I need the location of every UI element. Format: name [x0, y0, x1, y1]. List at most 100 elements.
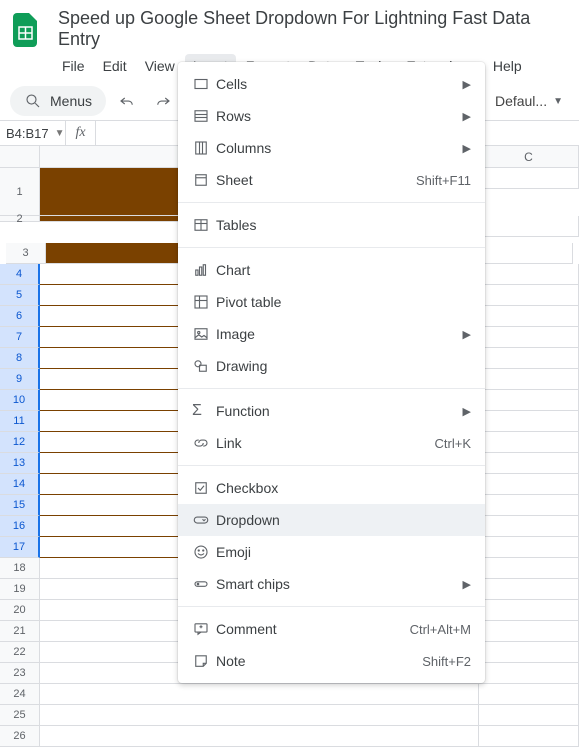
- row-header[interactable]: 16: [0, 516, 40, 537]
- name-box[interactable]: B4:B17 ▼: [0, 121, 66, 145]
- smartchips-icon: [192, 575, 216, 593]
- row-header[interactable]: 11: [0, 411, 40, 432]
- menu-function[interactable]: Σ Function ▶: [178, 395, 485, 427]
- menu-cells[interactable]: Cells ▶: [178, 68, 485, 100]
- row-header[interactable]: 24: [0, 684, 40, 705]
- menu-sheet[interactable]: Sheet Shift+F11: [178, 164, 485, 196]
- cell[interactable]: [479, 390, 579, 411]
- rows-icon: [192, 107, 216, 125]
- row-header[interactable]: 22: [0, 642, 40, 663]
- menu-drawing[interactable]: Drawing: [178, 350, 485, 382]
- menu-dropdown[interactable]: Dropdown: [178, 504, 485, 536]
- cell[interactable]: [479, 369, 579, 390]
- chart-icon: [192, 261, 216, 279]
- cell[interactable]: [479, 558, 579, 579]
- menu-rows[interactable]: Rows ▶: [178, 100, 485, 132]
- sheets-logo[interactable]: [6, 10, 46, 50]
- cell[interactable]: [479, 663, 579, 684]
- shortcut: Ctrl+Alt+M: [410, 622, 471, 637]
- cell[interactable]: [479, 684, 579, 705]
- cell[interactable]: [479, 537, 579, 558]
- pivot-icon: [192, 293, 216, 311]
- menu-tables[interactable]: Tables: [178, 209, 485, 241]
- row-header[interactable]: 7: [0, 327, 40, 348]
- drawing-icon: [192, 357, 216, 375]
- menu-note[interactable]: Note Shift+F2: [178, 645, 485, 677]
- cell[interactable]: [479, 621, 579, 642]
- row-header[interactable]: 10: [0, 390, 40, 411]
- menu-smartchips[interactable]: Smart chips ▶: [178, 568, 485, 600]
- cell[interactable]: [479, 579, 579, 600]
- menu-file[interactable]: File: [54, 54, 93, 78]
- menu-checkbox[interactable]: Checkbox: [178, 472, 485, 504]
- row-header[interactable]: 4: [0, 264, 40, 285]
- row-header[interactable]: 5: [0, 285, 40, 306]
- cell[interactable]: [479, 642, 579, 663]
- column-header-c[interactable]: C: [479, 146, 579, 168]
- cell[interactable]: [479, 306, 579, 327]
- cell[interactable]: [473, 243, 573, 264]
- row-header[interactable]: 19: [0, 579, 40, 600]
- cell[interactable]: [479, 453, 579, 474]
- row-header[interactable]: 3: [6, 243, 46, 264]
- select-all-corner[interactable]: [0, 146, 40, 168]
- font-select-label: Defaul...: [495, 93, 547, 109]
- menus-button[interactable]: Menus: [10, 86, 106, 116]
- menu-label: Tables: [216, 217, 471, 233]
- cell[interactable]: [479, 168, 579, 189]
- row-header[interactable]: 2: [0, 216, 40, 222]
- menu-image[interactable]: Image ▶: [178, 318, 485, 350]
- image-icon: [192, 325, 216, 343]
- menu-help[interactable]: Help: [485, 54, 530, 78]
- row-header[interactable]: 6: [0, 306, 40, 327]
- row-header[interactable]: 14: [0, 474, 40, 495]
- dropdown-icon: [192, 511, 216, 529]
- cell[interactable]: [479, 264, 579, 285]
- cell[interactable]: [479, 600, 579, 621]
- row-header[interactable]: 12: [0, 432, 40, 453]
- cell[interactable]: [479, 495, 579, 516]
- row-header[interactable]: 20: [0, 600, 40, 621]
- cell[interactable]: [479, 432, 579, 453]
- chevron-down-icon: ▼: [55, 128, 65, 139]
- row-header[interactable]: 8: [0, 348, 40, 369]
- row-header[interactable]: 26: [0, 726, 40, 747]
- menu-comment[interactable]: Comment Ctrl+Alt+M: [178, 613, 485, 645]
- cell[interactable]: [40, 684, 479, 705]
- cell[interactable]: [479, 516, 579, 537]
- fx-icon[interactable]: fx: [66, 121, 96, 145]
- cell[interactable]: [479, 327, 579, 348]
- cell[interactable]: [479, 285, 579, 306]
- row-header[interactable]: 18: [0, 558, 40, 579]
- row-header[interactable]: 13: [0, 453, 40, 474]
- cell[interactable]: [479, 726, 579, 747]
- cell[interactable]: [479, 411, 579, 432]
- row-header[interactable]: 25: [0, 705, 40, 726]
- row-header[interactable]: 1: [0, 168, 40, 216]
- menu-pivot[interactable]: Pivot table: [178, 286, 485, 318]
- font-select[interactable]: Defaul... ▼: [489, 89, 569, 113]
- menu-link[interactable]: Link Ctrl+K: [178, 427, 485, 459]
- doc-title[interactable]: Speed up Google Sheet Dropdown For Light…: [54, 6, 573, 52]
- undo-button[interactable]: [112, 86, 142, 116]
- menu-label: Pivot table: [216, 294, 471, 310]
- cell[interactable]: [479, 348, 579, 369]
- cell[interactable]: [40, 726, 479, 747]
- menu-view[interactable]: View: [137, 54, 183, 78]
- cell[interactable]: [40, 705, 479, 726]
- menu-chart[interactable]: Chart: [178, 254, 485, 286]
- menu-emoji[interactable]: Emoji: [178, 536, 485, 568]
- cell[interactable]: [479, 705, 579, 726]
- cell[interactable]: [479, 216, 579, 237]
- row-header[interactable]: 17: [0, 537, 40, 558]
- row-header[interactable]: 15: [0, 495, 40, 516]
- row-header[interactable]: 9: [0, 369, 40, 390]
- redo-button[interactable]: [148, 86, 178, 116]
- menu-columns[interactable]: Columns ▶: [178, 132, 485, 164]
- menu-label: Chart: [216, 262, 471, 278]
- row-header[interactable]: 21: [0, 621, 40, 642]
- cell[interactable]: [479, 474, 579, 495]
- menu-label: Image: [216, 326, 457, 342]
- menu-edit[interactable]: Edit: [95, 54, 135, 78]
- row-header[interactable]: 23: [0, 663, 40, 684]
